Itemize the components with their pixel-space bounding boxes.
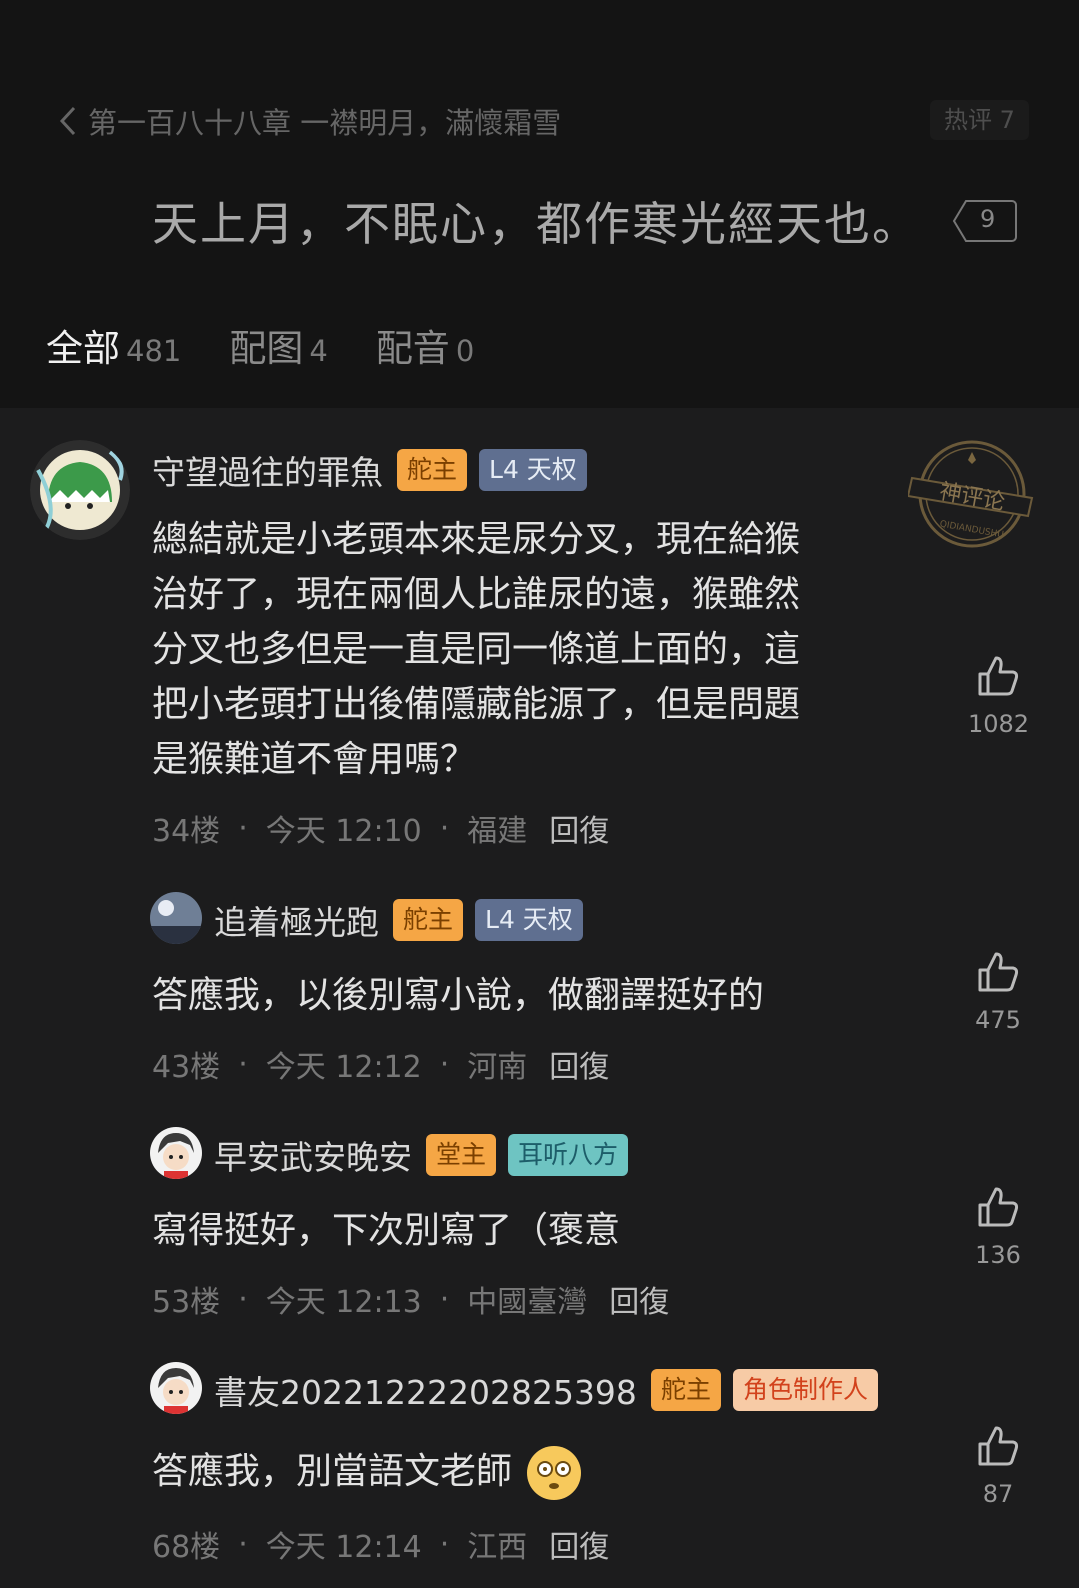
- floor-number: 68楼: [152, 1530, 221, 1565]
- reply-button[interactable]: 回復: [549, 1522, 609, 1566]
- comment-header: 追着極光跑 舵主 L4 天权: [214, 896, 595, 944]
- username[interactable]: 守望過往的罪魚: [152, 446, 383, 494]
- quoted-sentence: 天上月，不眠心，都作寒光經天也。: [152, 197, 920, 251]
- timestamp: 今天 12:12: [265, 1050, 422, 1085]
- tab-audio[interactable]: 配音 0: [376, 318, 474, 372]
- reply-button[interactable]: 回復: [549, 1042, 609, 1086]
- comment-header: 早安武安晚安 堂主 耳听八方: [214, 1131, 640, 1179]
- tab-images[interactable]: 配图 4: [229, 318, 327, 372]
- title-badge: 耳听八方: [508, 1134, 629, 1176]
- like-button[interactable]: 87: [968, 1424, 1028, 1508]
- username[interactable]: 追着極光跑: [214, 896, 379, 944]
- comment-meta: 34楼 · 今天 12:10 · 福建 回復: [152, 806, 609, 850]
- like-count: 1082: [968, 710, 1030, 738]
- username[interactable]: 書友20221222202825398: [214, 1366, 637, 1414]
- like-button[interactable]: 136: [968, 1185, 1028, 1269]
- username[interactable]: 早安武安晚安: [214, 1131, 412, 1179]
- title-badge: 角色制作人: [732, 1369, 878, 1411]
- location: 江西: [467, 1530, 528, 1565]
- comment-header: 守望過往的罪魚 舵主 L4 天权: [152, 446, 599, 494]
- floor-number: 43楼: [152, 1050, 221, 1085]
- stamp-sub-text: QIDIANDUSHU: [939, 519, 1005, 540]
- avatar[interactable]: [150, 1127, 202, 1179]
- timestamp: 今天 12:14: [265, 1530, 422, 1565]
- like-button[interactable]: 1082: [968, 654, 1030, 738]
- avatar[interactable]: [30, 440, 130, 540]
- thumbs-up-icon: [978, 1187, 1019, 1227]
- location: 福建: [467, 814, 528, 849]
- comment-tabs: 全部 481 配图 4 配音 0: [41, 318, 522, 372]
- level-badge: L4 天权: [475, 899, 583, 941]
- floor-number: 34楼: [152, 814, 221, 849]
- comment-body: 總結就是小老頭本來是尿分叉，現在給猴 治好了，現在兩個人比誰尿的遠，猴雖然 分叉…: [152, 519, 801, 780]
- comment-meta: 53楼 · 今天 12:13 · 中國臺灣 回復: [152, 1277, 669, 1321]
- dizzy-face-emoji-icon: [527, 1446, 582, 1500]
- like-count: 136: [975, 1241, 1021, 1269]
- thumbs-up-icon: [978, 952, 1019, 992]
- comment-meta: 43楼 · 今天 12:12 · 河南 回復: [152, 1042, 609, 1086]
- reply-button[interactable]: 回復: [609, 1277, 669, 1321]
- thumbs-up-icon: [978, 1426, 1019, 1466]
- floor-number: 53楼: [152, 1285, 221, 1320]
- thumbs-up-icon: [978, 656, 1019, 696]
- rank-badge: 舵主: [393, 899, 464, 941]
- stamp-main-text: 神评论: [937, 479, 1006, 515]
- god-comment-stamp: 神评论 QIDIANDUSHU: [908, 440, 1034, 548]
- comment-body: 答應我，別當語文老師: [152, 1444, 582, 1500]
- tab-all[interactable]: 全部 481: [41, 318, 181, 372]
- comment-body: 寫得挺好，下次別寫了（褒意: [152, 1210, 621, 1251]
- comment-header: 書友20221222202825398 舵主 角色制作人: [214, 1366, 890, 1414]
- location: 中國臺灣: [467, 1285, 588, 1320]
- back-button[interactable]: 第一百八十八章 一襟明月，滿懷霜雪: [58, 100, 561, 142]
- comment-body: 答應我，以後別寫小說，做翻譯挺好的: [152, 975, 765, 1016]
- like-button[interactable]: 475: [968, 950, 1028, 1034]
- timestamp: 今天 12:13: [265, 1285, 422, 1320]
- hot-comments-badge[interactable]: 热评 7: [930, 100, 1029, 140]
- avatar[interactable]: [150, 1362, 202, 1414]
- avatar[interactable]: [150, 892, 202, 944]
- chevron-left-icon: [59, 106, 76, 136]
- rank-badge: 舵主: [397, 449, 468, 491]
- chapter-title: 第一百八十八章 一襟明月，滿懷霜雪: [88, 106, 562, 140]
- location: 河南: [467, 1050, 528, 1085]
- timestamp: 今天 12:10: [265, 814, 422, 849]
- level-badge: L4 天权: [479, 449, 587, 491]
- rank-badge: 堂主: [426, 1134, 497, 1176]
- like-count: 475: [975, 1006, 1021, 1034]
- quote-comment-count[interactable]: 9: [952, 197, 1018, 245]
- reply-button[interactable]: 回復: [549, 806, 609, 850]
- rank-badge: 舵主: [650, 1369, 721, 1411]
- like-count: 87: [982, 1480, 1014, 1508]
- comment-meta: 68楼 · 今天 12:14 · 江西 回復: [152, 1522, 609, 1566]
